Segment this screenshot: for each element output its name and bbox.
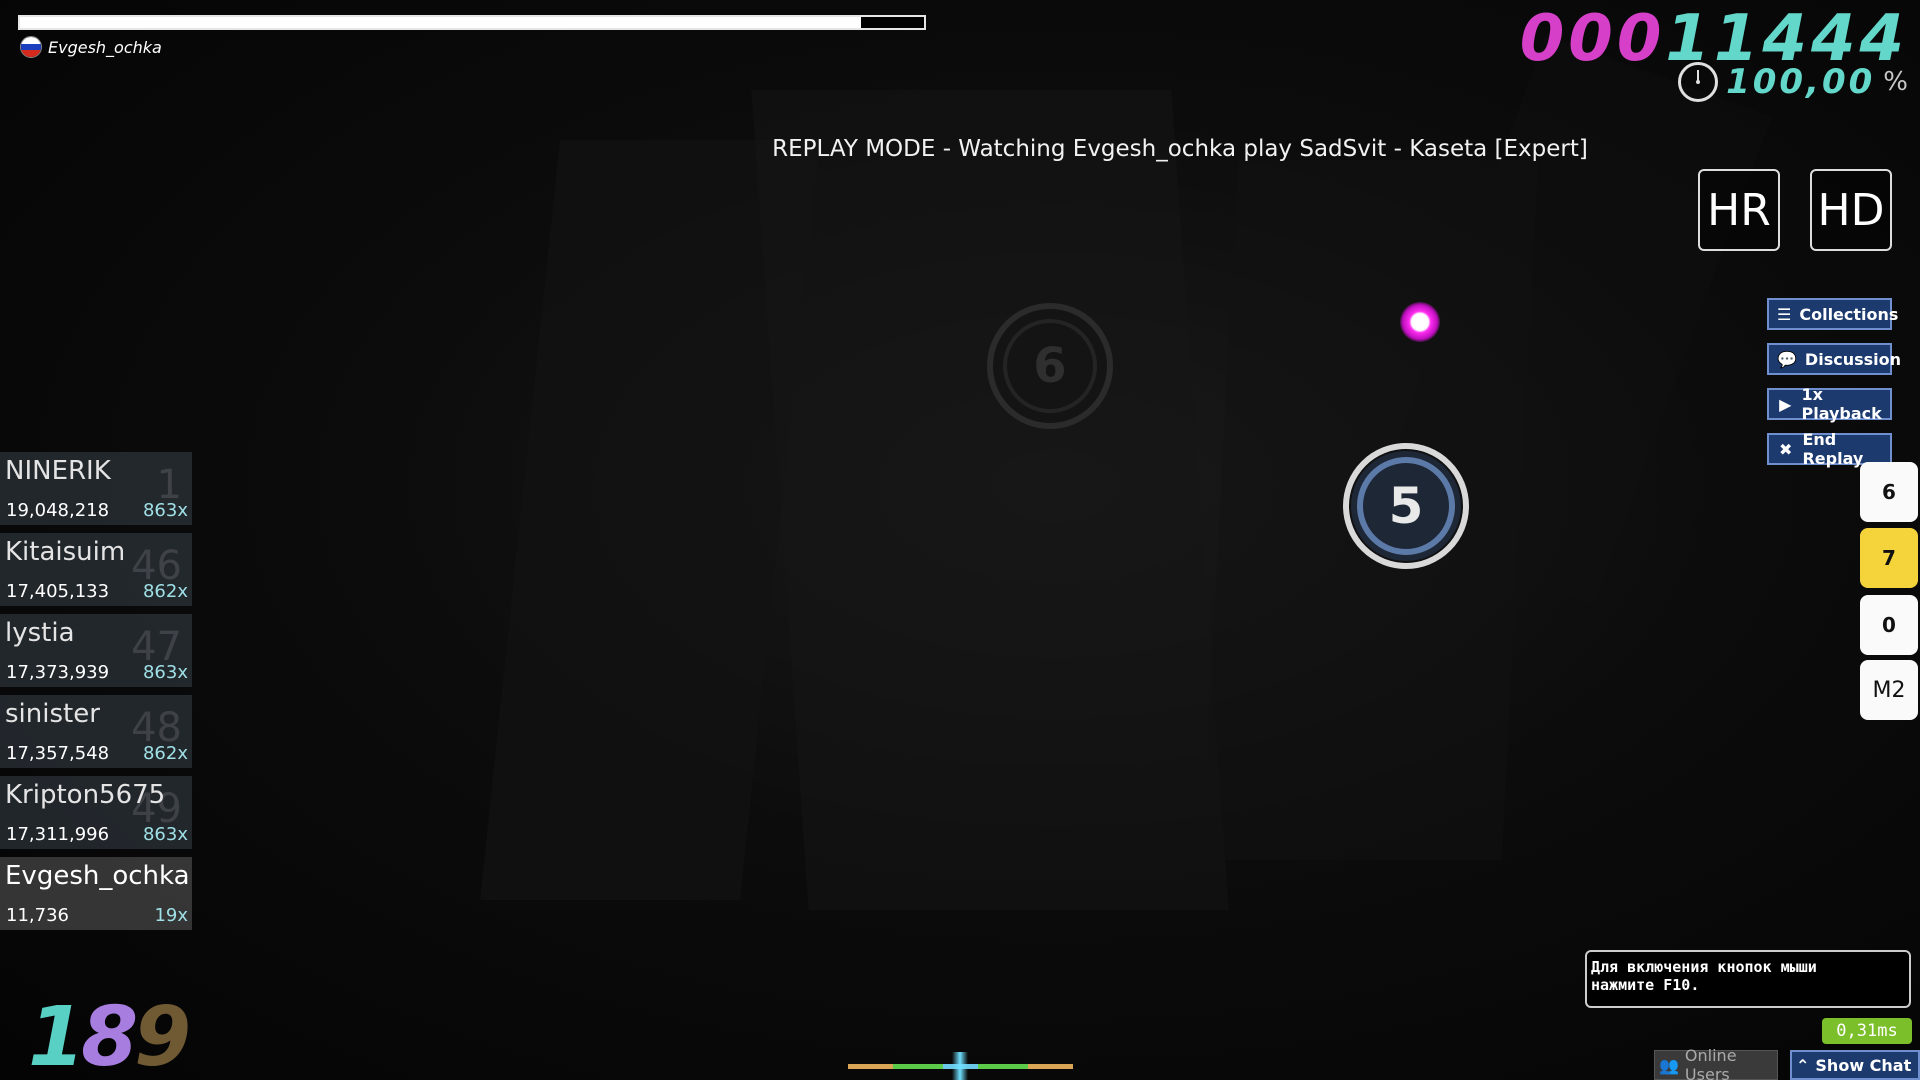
leaderboard-name: Kitaisuim	[5, 537, 126, 567]
leaderboard-entry: lystia 47 17,373,939 863x	[0, 614, 192, 687]
cursor-icon	[1400, 302, 1440, 342]
leaderboard-name: NINERIK	[5, 456, 111, 486]
leaderboard-combo: 863x	[142, 500, 188, 521]
discussion-label: Discussion	[1804, 349, 1901, 369]
online-users-label: Online Users	[1684, 1046, 1737, 1080]
leaderboard-combo: 863x	[142, 662, 188, 683]
leaderboard-score: 11,736	[6, 905, 69, 926]
leaderboard-name: sinister	[5, 699, 100, 729]
leaderboard-combo: 863x	[142, 824, 188, 845]
list-icon: ☰	[1777, 304, 1792, 324]
key-overlay-m1: 0	[1860, 595, 1918, 655]
playback-label: 1x Playback	[1801, 385, 1882, 423]
player-tag: Evgesh_ochka	[20, 36, 162, 58]
users-icon: 👥	[1659, 1055, 1679, 1075]
leaderboard: NINERIK 1 19,048,218 863x Kitaisuim 46 17,405,…	[0, 452, 192, 938]
russia-flag-icon	[20, 36, 42, 58]
combo-digit: 8	[81, 990, 138, 1080]
speech-bubble-icon: 💬	[1777, 349, 1797, 369]
accuracy-unit: %	[1883, 67, 1908, 97]
playback-speed-button[interactable]: ▶ 1x Playback	[1767, 385, 1892, 423]
key-overlay-m2: M2	[1860, 660, 1918, 720]
key-overlay-k2: 7	[1860, 528, 1918, 588]
latency-badge: 0,31ms	[1822, 1018, 1912, 1044]
leaderboard-name: Evgesh_ochka	[5, 861, 190, 891]
leaderboard-entry: Kripton5675 49 17,311,996 863x	[0, 776, 192, 849]
show-chat-button[interactable]: ⌃ Show Chat	[1790, 1050, 1920, 1080]
leaderboard-entry: sinister 48 17,357,548 862x	[0, 695, 192, 768]
combo-digit: 1	[28, 990, 85, 1080]
mouse-buttons-tooltip: Для включения кнопок мыши нажмите F10.	[1585, 950, 1911, 1008]
game-viewport: Evgesh_ochka 000 11444 100,00 % REPLAY M…	[0, 0, 1920, 1080]
leaderboard-name: lystia	[5, 618, 75, 648]
hit-circle-current: 5	[1343, 443, 1469, 569]
collections-button[interactable]: ☰ Collections	[1767, 298, 1898, 330]
hit-circle-number: 5	[1388, 477, 1424, 535]
mod-hard-rock-icon: HR	[1698, 169, 1780, 251]
close-icon: ✖	[1779, 439, 1793, 459]
key-overlay-k1: 6	[1860, 462, 1918, 522]
combo-digit-ghost: 9	[134, 990, 191, 1080]
player-name: Evgesh_ochka	[48, 37, 162, 57]
hit-circle-upcoming: 6	[987, 303, 1113, 429]
discussion-button[interactable]: 💬 Discussion	[1767, 343, 1901, 375]
hit-error-marker	[952, 1052, 968, 1080]
background-silhouette	[751, 90, 1229, 910]
mod-hidden-icon: HD	[1810, 169, 1892, 251]
replay-mode-banner: REPLAY MODE - Watching Evgesh_ochka play…	[772, 136, 1588, 162]
leaderboard-entry: Kitaisuim 46 17,405,133 862x	[0, 533, 192, 606]
score-digits-leading: 000	[1519, 2, 1666, 76]
show-chat-label: Show Chat	[1815, 1055, 1912, 1075]
chevron-up-icon: ⌃	[1796, 1055, 1810, 1075]
collections-label: Collections	[1799, 304, 1899, 324]
tooltip-line: нажмите F10.	[1591, 976, 1700, 994]
tooltip-line: Для включения кнопок мыши	[1591, 958, 1817, 976]
leaderboard-score: 17,311,996	[6, 824, 110, 845]
play-icon: ▶	[1779, 394, 1792, 414]
leaderboard-combo: 862x	[142, 581, 188, 602]
leaderboard-combo: 862x	[142, 743, 188, 764]
song-progress-clock-icon	[1678, 62, 1719, 102]
leaderboard-score: 19,048,218	[6, 500, 110, 521]
end-replay-button[interactable]: ✖ End Replay	[1767, 430, 1892, 468]
leaderboard-entry: Evgesh_ochka 11,736 19x	[0, 857, 192, 930]
online-users-button[interactable]: 👥 Online Users	[1654, 1046, 1778, 1080]
leaderboard-score: 17,357,548	[6, 743, 110, 764]
combo-counter: 189	[28, 990, 191, 1080]
health-bar-fill	[20, 17, 861, 28]
leaderboard-score: 17,373,939	[6, 662, 110, 683]
leaderboard-entry: NINERIK 1 19,048,218 863x	[0, 452, 192, 525]
hit-circle-number: 6	[1033, 338, 1067, 394]
leaderboard-score: 17,405,133	[6, 581, 110, 602]
accuracy-display: 100,00 %	[1678, 62, 1908, 102]
leaderboard-combo: 19x	[154, 905, 188, 926]
health-bar	[18, 15, 926, 30]
accuracy-value: 100,00	[1726, 62, 1876, 102]
